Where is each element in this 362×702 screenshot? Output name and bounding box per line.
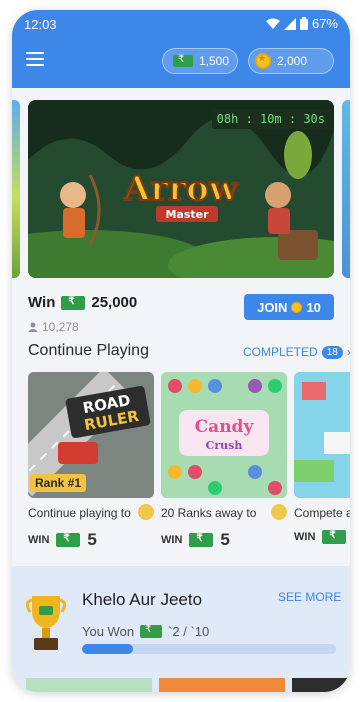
battery-icon [299,17,308,30]
status-time: 12:03 [24,17,57,32]
player-count-value: 10,278 [42,320,79,334]
card-subtitle-text: Compete a [294,506,350,520]
card-subtitle-text: 20 Ranks away to [161,506,257,520]
join-cost: 10 [306,299,321,315]
continue-playing-list: ROAD RULER Rank #1 Continue playing to W… [28,372,350,552]
rupee-note-icon [61,295,86,310]
cash-balance-pill[interactable]: 1,500 [162,48,238,74]
win-label: Win [28,294,56,311]
khelo-aur-jeeto-section[interactable]: Khelo Aur Jeeto SEE MORE You Won `2 / `1… [12,566,350,692]
game-card-road-ruler[interactable]: ROAD RULER Rank #1 Continue playing to W… [28,372,154,552]
you-won-label: You Won [82,624,135,639]
win-amount: 5 [220,530,230,549]
win-label: WIN [161,534,183,546]
player-count: 10,278 [28,320,79,334]
carousel-prev-card[interactable] [12,100,20,278]
leaderboard-icon [271,504,287,520]
card-win: WIN 5 [161,530,230,550]
coin-balance: 2,000 [277,54,308,68]
khelo-title: Khelo Aur Jeeto [82,590,203,609]
coin-icon [291,301,303,313]
join-button[interactable]: JOIN 10 [244,294,334,320]
road-ruler-thumbnail: ROAD RULER Rank #1 [28,372,154,498]
person-icon [28,322,38,332]
signal-icon [283,17,296,30]
candy-thumbnail: Candy Crush [161,372,287,498]
featured-game-banner[interactable]: Arrow Master 08h : 10m : 30s [28,100,334,278]
wifi-icon [265,18,280,29]
winnings-progress-bar [82,644,336,654]
trophy-icon [26,596,66,650]
candy-logo-line2: Crush [206,439,243,452]
next-section-preview [26,678,350,692]
card-win: WIN [294,530,350,544]
status-icons: 67% [265,16,338,31]
countdown-timer: 08h : 10m : 30s [211,109,330,129]
win-label: WIN [28,534,50,546]
banner-logo-subtitle: Master [165,208,209,221]
rupee-note-icon [56,533,81,547]
completed-link[interactable]: COMPLETED 18 › [243,345,350,359]
banner-logo-title: Arrow [123,169,239,209]
join-label: JOIN [257,299,288,315]
leaderboard-icon [138,504,154,520]
win-amount: 5 [87,530,97,549]
rupee-note-icon [173,54,193,67]
you-won-row: You Won `2 / `10 [82,624,209,639]
card-subtitle: Compete a [294,506,350,520]
carousel-next-card[interactable] [342,100,350,278]
partial-thumbnail [294,372,350,498]
card-subtitle: 20 Ranks away to [161,504,287,520]
completed-label: COMPLETED [243,345,318,359]
game-card-candy-crush[interactable]: Candy Crush 20 Ranks away to WIN 5 [161,372,287,552]
card-subtitle-text: Continue playing to [28,506,131,520]
continue-playing-title: Continue Playing [28,342,149,359]
rank-tag: Rank #1 [30,474,87,492]
cash-balance: 1,500 [199,54,230,68]
menu-icon[interactable] [26,52,44,66]
coin-icon [255,53,271,69]
candy-logo-line1: Candy [195,417,255,437]
rupee-note-icon [189,533,214,547]
card-win: WIN 5 [28,530,97,550]
completed-count-badge: 18 [321,345,343,359]
game-card-partial[interactable]: Compete a WIN [294,372,350,552]
winnings-progress-fill [82,644,133,654]
featured-carousel: Arrow Master 08h : 10m : 30s Win 25,000 … [12,98,350,338]
you-won-value: `2 / `10 [168,624,210,639]
phone-screen: 12:03 67% 1,500 2,000 [12,10,350,692]
see-more-link[interactable]: SEE MORE [278,590,341,604]
chevron-right-icon: › [347,345,350,359]
card-subtitle: Continue playing to [28,504,154,520]
banner-prize: Win 25,000 [28,294,137,311]
app-header: 12:03 67% 1,500 2,000 [12,10,350,88]
win-label: WIN [294,531,316,543]
rupee-note-icon [140,624,163,638]
status-bar: 12:03 67% [12,10,350,38]
prize-amount: 25,000 [91,294,138,311]
rupee-note-icon [322,530,347,544]
coin-balance-pill[interactable]: 2,000 [248,48,334,74]
battery-level: 67% [311,16,338,31]
